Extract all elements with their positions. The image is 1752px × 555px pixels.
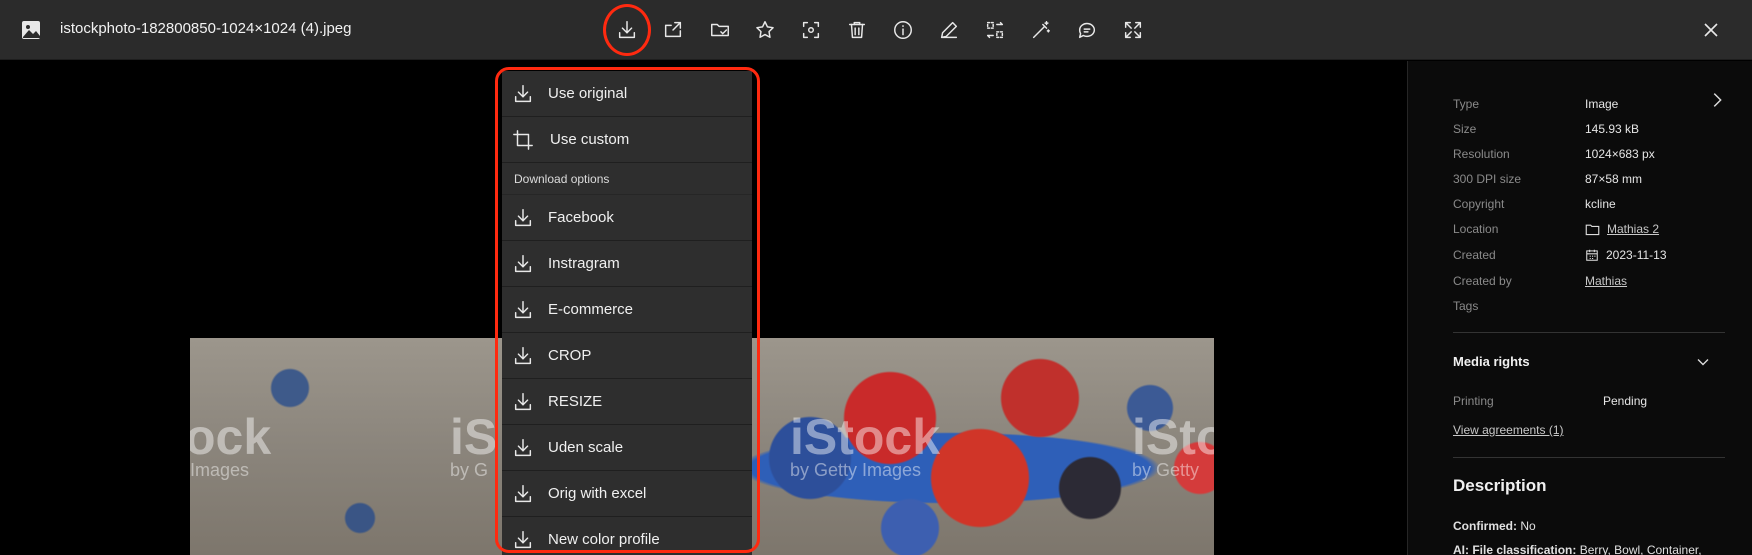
fullscreen-button[interactable]	[1116, 12, 1150, 48]
info-icon	[894, 21, 912, 39]
watermark-text: ock	[190, 409, 272, 465]
property-text: 87×58 mm	[1585, 172, 1643, 186]
download-icon	[618, 21, 636, 39]
comment-button[interactable]	[1070, 12, 1104, 48]
media-rights-title: Media rights	[1453, 354, 1530, 369]
property-value: 2023-11-13	[1585, 248, 1667, 262]
watermark-text: iStoc	[1132, 409, 1214, 465]
property-label: Tags	[1453, 299, 1479, 313]
property-label: Resolution	[1453, 147, 1510, 161]
property-text: Image	[1585, 97, 1619, 111]
edit-icon	[940, 21, 958, 39]
watermark-2: iS by G	[450, 408, 497, 481]
property-text: 2023-11-13	[1606, 248, 1667, 262]
ai-classification-value: Berry, Bowl, Container,	[1579, 543, 1702, 555]
share-button[interactable]	[656, 12, 690, 48]
trash-icon	[848, 21, 866, 39]
convert-button[interactable]	[978, 12, 1012, 48]
comment-icon	[1078, 22, 1096, 39]
asset-viewer: istockphoto-182800850-1024×1024 (4).jpeg	[0, 0, 1752, 555]
divider	[1453, 332, 1725, 333]
property-value[interactable]: Mathias	[1585, 274, 1627, 288]
highlight-ring	[495, 67, 760, 553]
share-icon	[664, 21, 682, 38]
watermark-1: ock Images	[190, 408, 271, 481]
watermark-4: iStocby Getty	[1132, 408, 1214, 481]
property-label: Created	[1453, 248, 1496, 262]
magic-wand-button[interactable]	[1024, 12, 1058, 48]
close-icon	[1704, 23, 1718, 37]
chevron-down-icon	[1697, 359, 1709, 366]
star-icon	[756, 21, 774, 38]
property-label: Location	[1453, 222, 1499, 236]
focus-button[interactable]	[794, 12, 828, 48]
ai-classification-line: AI: File classification: Berry, Bowl, Co…	[1453, 543, 1702, 555]
property-text: 145.93 kB	[1585, 122, 1640, 136]
property-text: 1024×683 px	[1585, 147, 1655, 161]
ai-classification-label: AI: File classification:	[1453, 543, 1577, 555]
move-to-folder-icon	[711, 23, 729, 37]
property-value: 145.93 kB	[1585, 122, 1639, 136]
convert-icon	[986, 21, 1004, 39]
favorite-button[interactable]	[748, 12, 782, 48]
divider	[1453, 457, 1725, 458]
media-rights-toggle[interactable]	[1693, 352, 1713, 372]
view-agreements-link[interactable]: View agreements (1)	[1453, 423, 1564, 437]
property-value: Image	[1585, 97, 1618, 111]
printing-label: Printing	[1453, 394, 1494, 408]
info-button[interactable]	[886, 12, 920, 48]
watermark-3: iStock by Getty Images	[790, 408, 940, 481]
folder-icon	[1585, 224, 1600, 235]
calendar-icon	[1586, 249, 1598, 261]
download-button[interactable]	[603, 4, 651, 56]
close-button[interactable]	[1699, 18, 1723, 42]
description-title: Description	[1453, 476, 1547, 495]
property-value: kcline	[1585, 197, 1616, 211]
watermark-sub: by Getty Images	[790, 460, 922, 480]
image-file-icon	[20, 19, 42, 41]
top-toolbar: istockphoto-182800850-1024×1024 (4).jpeg	[0, 0, 1752, 60]
confirmed-label: Confirmed:	[1453, 519, 1517, 533]
property-label: 300 DPI size	[1453, 172, 1522, 186]
property-value: 1024×683 px	[1585, 147, 1655, 161]
property-label: Copyright	[1453, 197, 1505, 211]
property-link[interactable]: Mathias	[1585, 274, 1627, 288]
delete-button[interactable]	[840, 12, 874, 48]
printing-value: Pending	[1603, 394, 1648, 408]
property-label: Size	[1453, 122, 1477, 136]
next-button[interactable]	[1706, 89, 1728, 111]
move-to-folder-button[interactable]	[703, 12, 737, 48]
fullscreen-icon	[1124, 21, 1142, 39]
property-label: Type	[1453, 97, 1480, 111]
property-text: kcline	[1585, 197, 1616, 211]
chevron-right-icon	[1713, 93, 1722, 107]
property-value: 87×58 mm	[1585, 172, 1642, 186]
focus-icon	[802, 21, 820, 39]
watermark-text: iS	[450, 409, 498, 465]
file-name: istockphoto-182800850-1024×1024 (4).jpeg	[60, 20, 352, 37]
watermark-text: iStock	[790, 409, 941, 465]
edit-button[interactable]	[932, 12, 966, 48]
confirmed-value: No	[1520, 519, 1536, 533]
magic-wand-icon	[1032, 21, 1050, 39]
property-label: Created by	[1453, 274, 1512, 288]
confirmed-line: Confirmed: No	[1453, 519, 1536, 533]
property-value[interactable]: Mathias 2	[1585, 222, 1659, 236]
property-link[interactable]: Mathias 2	[1607, 222, 1659, 236]
